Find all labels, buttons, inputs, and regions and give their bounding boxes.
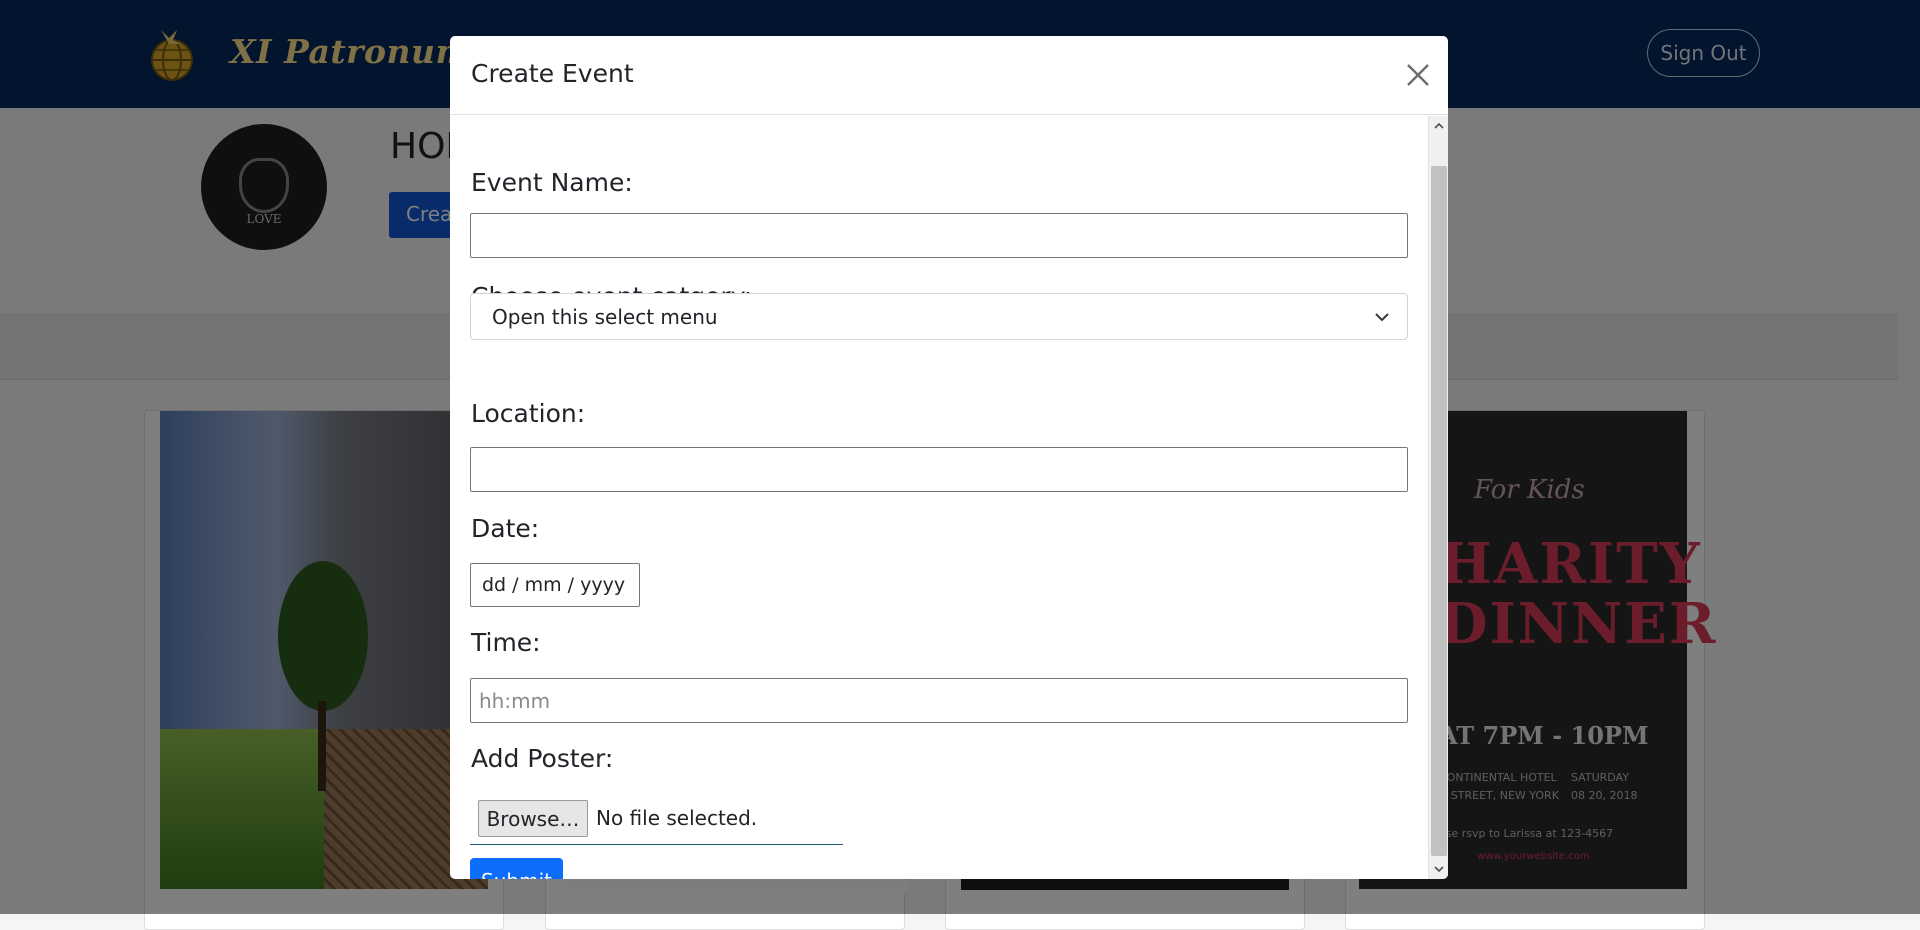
poster-file-input[interactable]: Browse… No file selected.	[470, 800, 843, 845]
date-input[interactable]: dd / mm / yyyy	[470, 563, 640, 607]
browse-button[interactable]: Browse…	[478, 800, 588, 837]
submit-button[interactable]: Submit	[470, 858, 563, 879]
chevron-down-icon	[1434, 866, 1444, 873]
scrollbar-thumb[interactable]	[1431, 166, 1447, 856]
file-status-text: No file selected.	[596, 806, 758, 830]
event-name-input[interactable]	[470, 213, 1408, 258]
category-select[interactable]: Open this select menu	[470, 293, 1408, 340]
create-event-modal: Create Event Event Name: Choose event ca…	[450, 36, 1448, 879]
close-button[interactable]	[1402, 59, 1434, 91]
modal-scrollbar[interactable]	[1428, 116, 1448, 879]
chevron-up-icon	[1434, 122, 1444, 129]
chevron-down-icon	[1375, 313, 1389, 322]
date-label: Date:	[471, 514, 540, 543]
category-select-value: Open this select menu	[492, 305, 718, 329]
date-input-format: dd / mm / yyyy	[482, 574, 626, 596]
location-label: Location:	[471, 399, 586, 428]
event-name-label: Event Name:	[471, 168, 633, 197]
modal-title: Create Event	[471, 59, 634, 88]
scroll-up-button[interactable]	[1429, 116, 1448, 136]
modal-header: Create Event	[450, 36, 1448, 115]
poster-label: Add Poster:	[471, 744, 614, 773]
location-input[interactable]	[470, 447, 1408, 492]
time-input[interactable]	[470, 678, 1408, 723]
scroll-down-button[interactable]	[1429, 859, 1448, 879]
close-icon	[1407, 64, 1429, 86]
time-label: Time:	[471, 628, 541, 657]
modal-body: Event Name: Choose event catgory: Open t…	[450, 116, 1428, 879]
